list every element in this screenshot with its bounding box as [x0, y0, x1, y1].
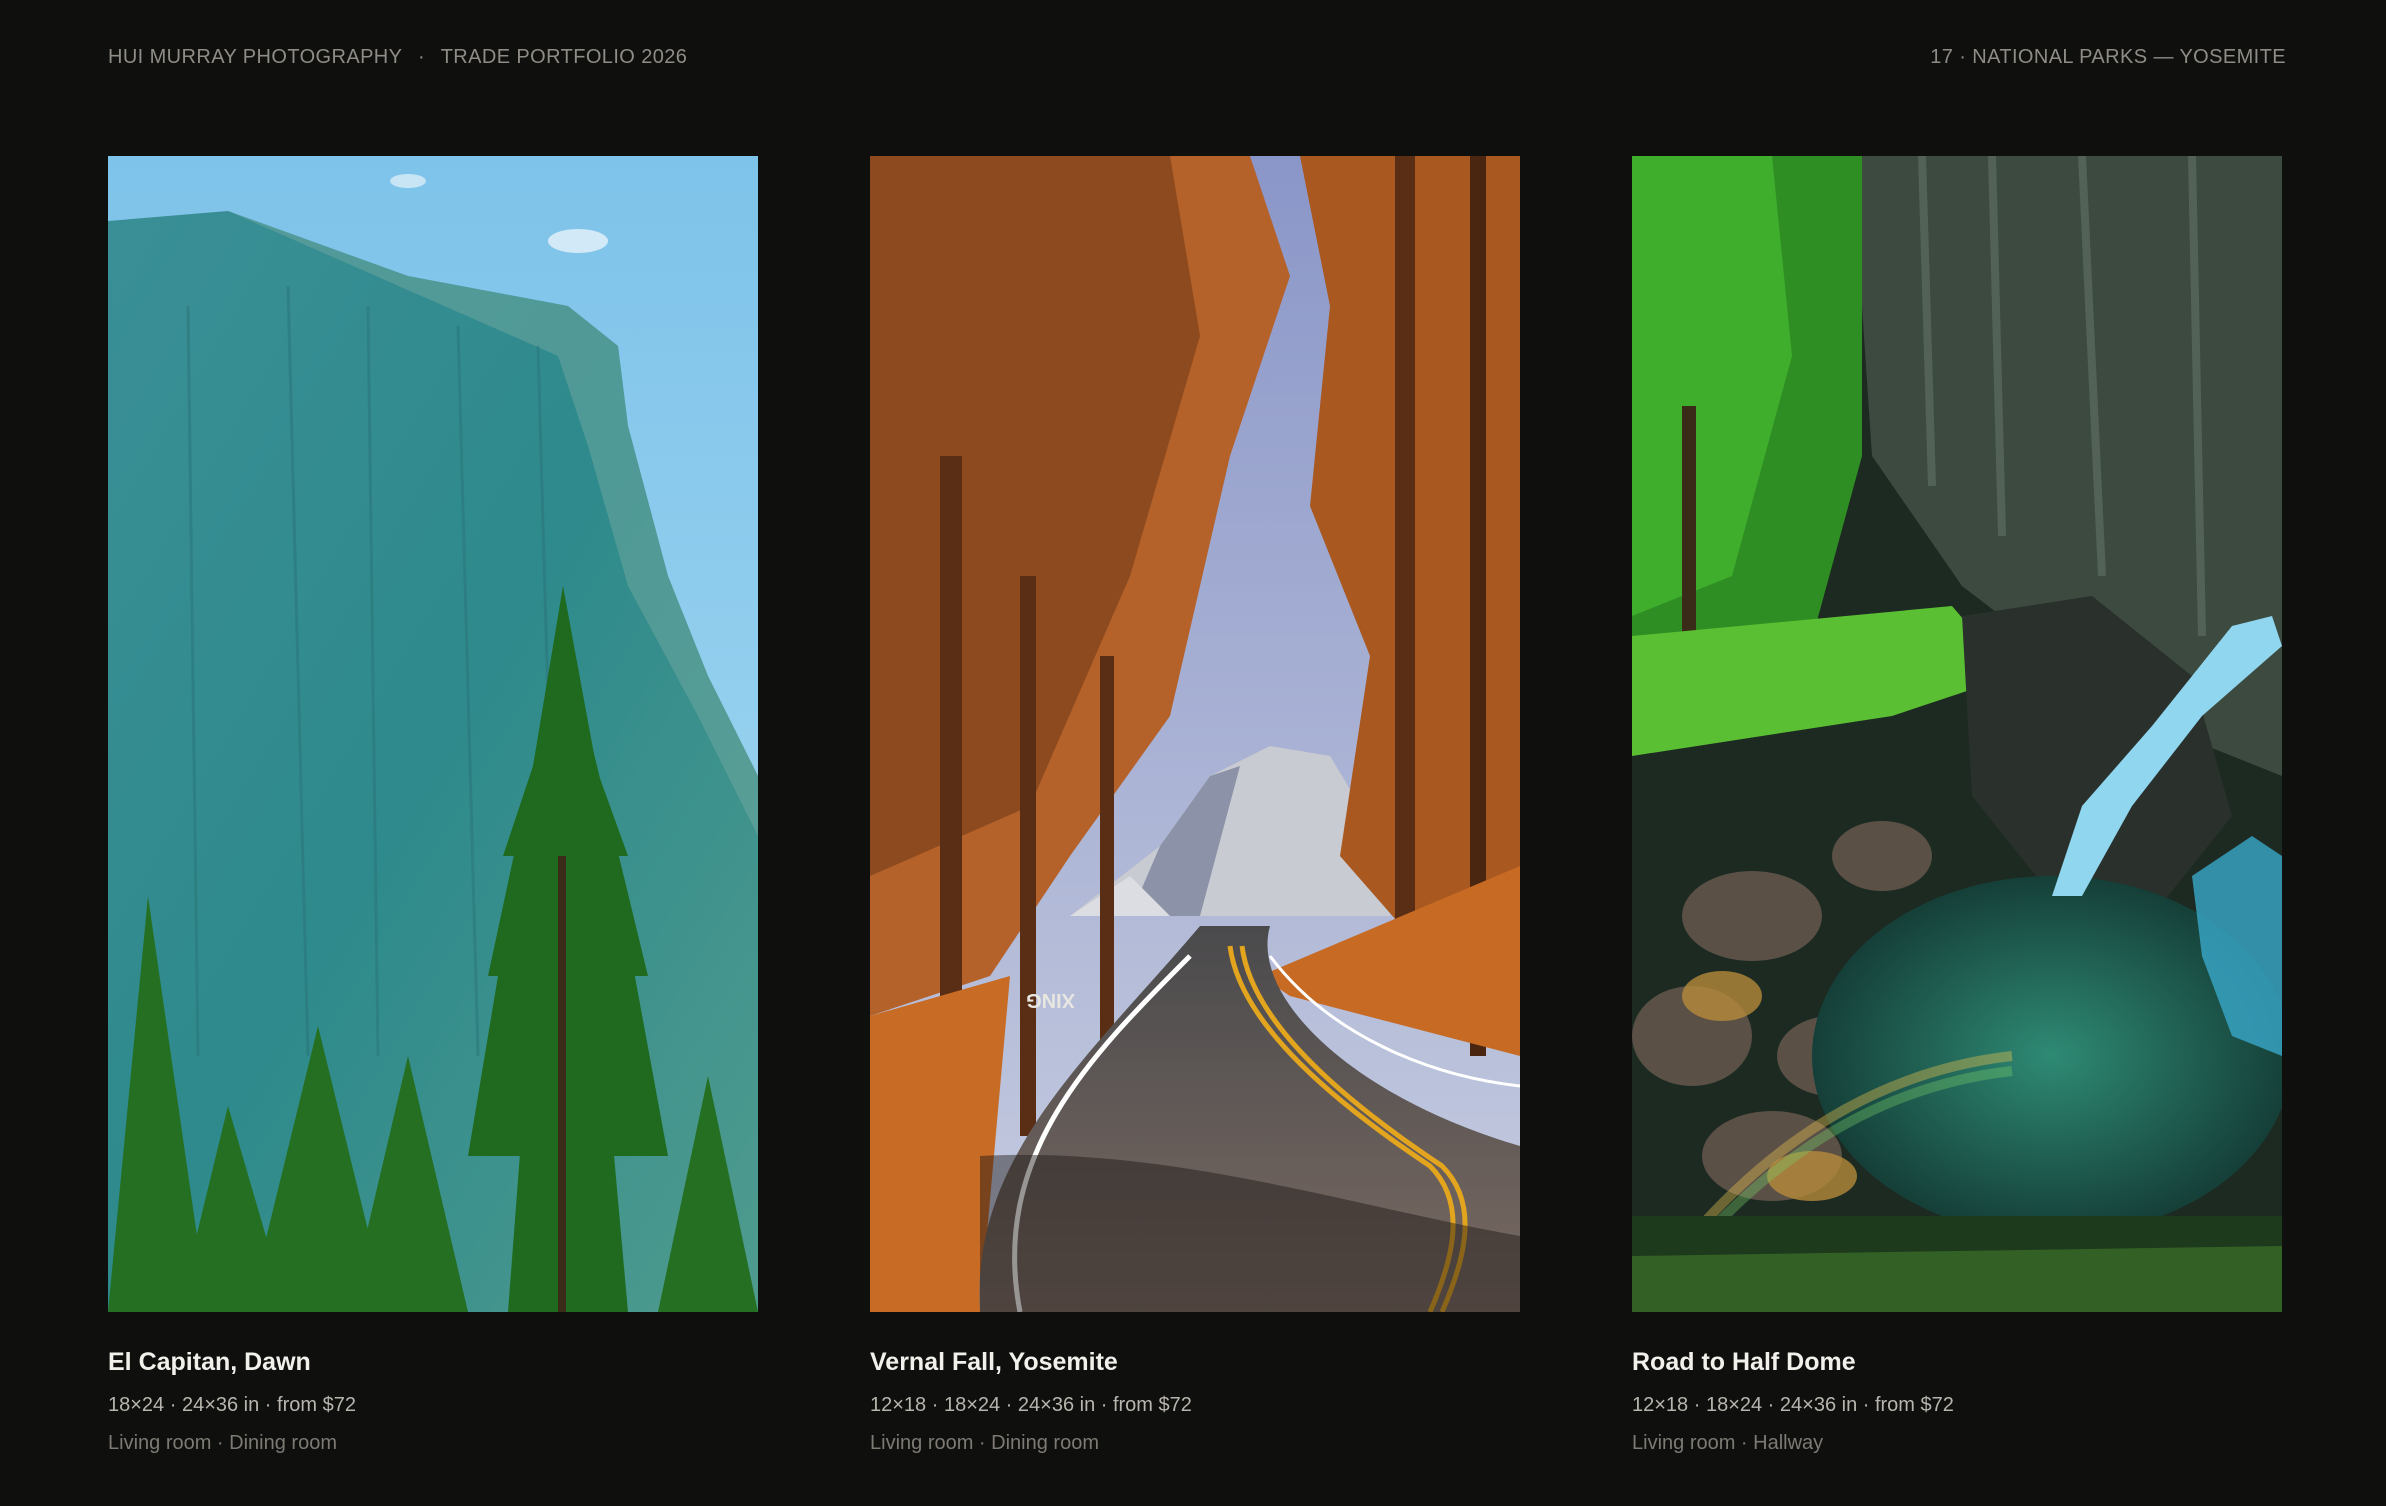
- photo-sizes-price: 12×18 · 18×24 · 24×36 in · from $72: [1632, 1394, 1954, 1416]
- portfolio-label: TRADE PORTFOLIO 2026: [440, 46, 688, 68]
- half-dome-road-photo[interactable]: XING: [870, 156, 1520, 1312]
- portfolio-header: HUI MURRAY PHOTOGRAPHY · TRADE PORTFOLIO…: [108, 46, 2286, 69]
- photo-room-suggestions: Living room · Dining room: [108, 1432, 337, 1454]
- header-separator: ·: [418, 46, 426, 68]
- photo-grid: El Capitan, Dawn 18×24 · 24×36 in · from…: [108, 156, 2282, 1455]
- road-marking-text: XING: [1026, 989, 1075, 1011]
- photo-card[interactable]: XING Vernal Fall, Yosemite 12×18 · 18×24…: [870, 156, 1520, 1455]
- vernal-fall-waterfall-photo[interactable]: [1632, 156, 2282, 1312]
- photo-card[interactable]: Road to Half Dome 12×18 · 18×24 · 24×36 …: [1632, 156, 2282, 1455]
- photo-room-suggestions: Living room · Dining room: [870, 1432, 1099, 1454]
- photo-title[interactable]: Vernal Fall, Yosemite: [870, 1348, 1520, 1377]
- photo-title[interactable]: El Capitan, Dawn: [108, 1348, 758, 1377]
- photo-title[interactable]: Road to Half Dome: [1632, 1348, 2282, 1377]
- section-label: 17 · NATIONAL PARKS — YOSEMITE: [1930, 46, 2286, 68]
- header-brand-line: HUI MURRAY PHOTOGRAPHY · TRADE PORTFOLIO…: [108, 46, 687, 69]
- photo-room-suggestions: Living room · Hallway: [1632, 1432, 1824, 1454]
- el-capitan-cliff-photo[interactable]: [108, 156, 758, 1312]
- photo-card[interactable]: El Capitan, Dawn 18×24 · 24×36 in · from…: [108, 156, 758, 1455]
- photo-sizes-price: 18×24 · 24×36 in · from $72: [108, 1394, 356, 1416]
- brand-name: HUI MURRAY PHOTOGRAPHY: [108, 46, 403, 68]
- photo-sizes-price: 12×18 · 18×24 · 24×36 in · from $72: [870, 1394, 1192, 1416]
